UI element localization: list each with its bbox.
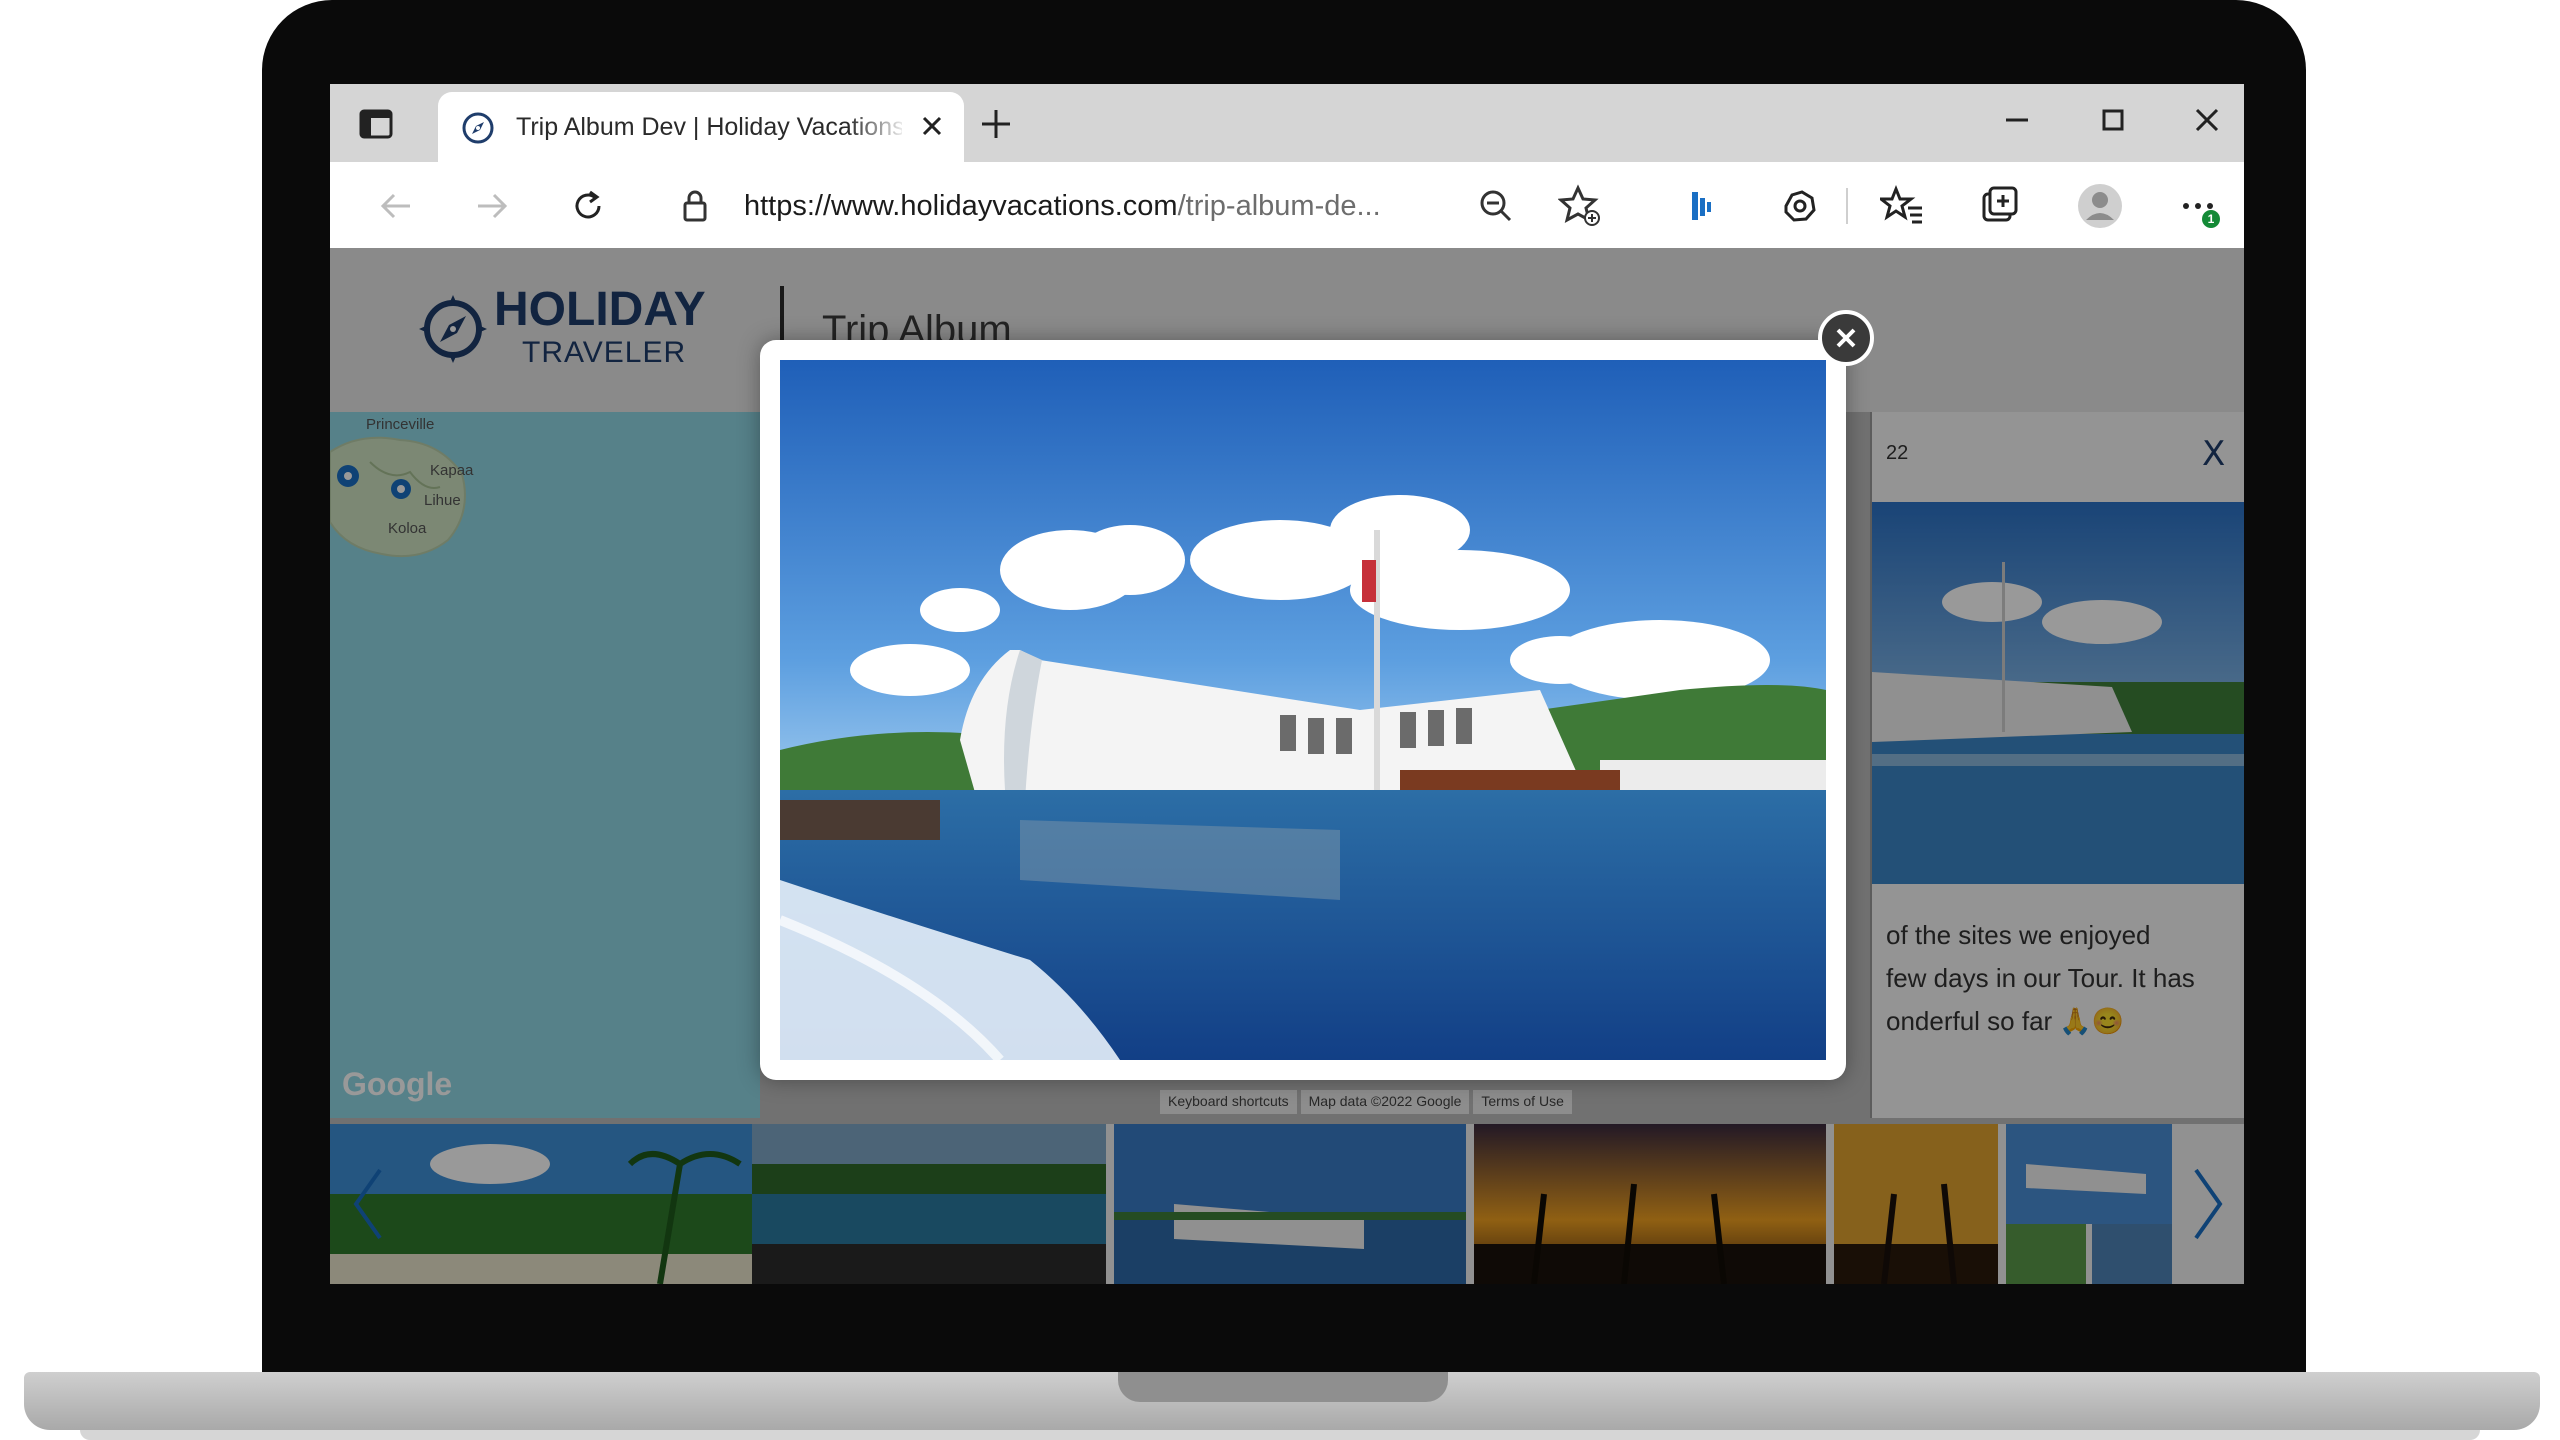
more-icon[interactable]: 1	[2172, 180, 2224, 232]
address-bar[interactable]: https://www.holidayvacations.com/trip-al…	[648, 172, 1620, 238]
photo-lightbox	[760, 340, 1846, 1080]
reader-icon[interactable]	[1676, 180, 1728, 232]
extensions-icon[interactable]	[1774, 180, 1826, 232]
window-close-icon[interactable]	[2182, 98, 2232, 142]
web-page: HOLIDAY TRAVELER Trip Album Princeville …	[330, 248, 2244, 1284]
maximize-icon[interactable]	[2088, 98, 2138, 142]
back-arrow-icon[interactable]	[370, 180, 422, 232]
laptop-notch	[1118, 1372, 1448, 1402]
browser-window: Trip Album Dev | Holiday Vacations https…	[330, 84, 2244, 1284]
tab-actions-icon[interactable]	[350, 98, 402, 150]
url-text: https://www.holidayvacations.com/trip-al…	[744, 190, 1381, 223]
profile-icon[interactable]	[2074, 180, 2126, 232]
minimize-icon[interactable]	[1992, 98, 2042, 142]
zoom-out-icon[interactable]	[1476, 186, 1516, 231]
lightbox-close-button[interactable]	[1818, 310, 1874, 366]
forward-arrow-icon[interactable]	[466, 180, 518, 232]
collections-icon[interactable]	[1974, 180, 2026, 232]
url-path: /trip-album-de...	[1177, 190, 1381, 222]
notification-badge: 1	[2202, 210, 2220, 228]
tab-title: Trip Album Dev | Holiday Vacations	[516, 113, 902, 141]
tab-strip: Trip Album Dev | Holiday Vacations	[330, 84, 2244, 162]
tab-title-fade	[848, 102, 908, 152]
lock-icon[interactable]	[678, 188, 712, 229]
plus-icon[interactable]	[974, 102, 1018, 146]
favorites-icon[interactable]	[1876, 180, 1928, 232]
add-favorite-icon[interactable]	[1557, 184, 1602, 233]
close-icon[interactable]	[912, 106, 952, 146]
tab-active[interactable]: Trip Album Dev | Holiday Vacations	[438, 92, 964, 162]
browser-toolbar: https://www.holidayvacations.com/trip-al…	[330, 162, 2244, 248]
refresh-icon[interactable]	[562, 180, 614, 232]
toolbar-divider	[1846, 188, 1848, 224]
url-host: https://www.holidayvacations.com	[744, 190, 1178, 222]
compass-icon	[460, 110, 496, 151]
close-icon	[1836, 328, 1856, 348]
lightbox-photo[interactable]	[780, 360, 1826, 1060]
laptop-shadow	[80, 1430, 2480, 1440]
